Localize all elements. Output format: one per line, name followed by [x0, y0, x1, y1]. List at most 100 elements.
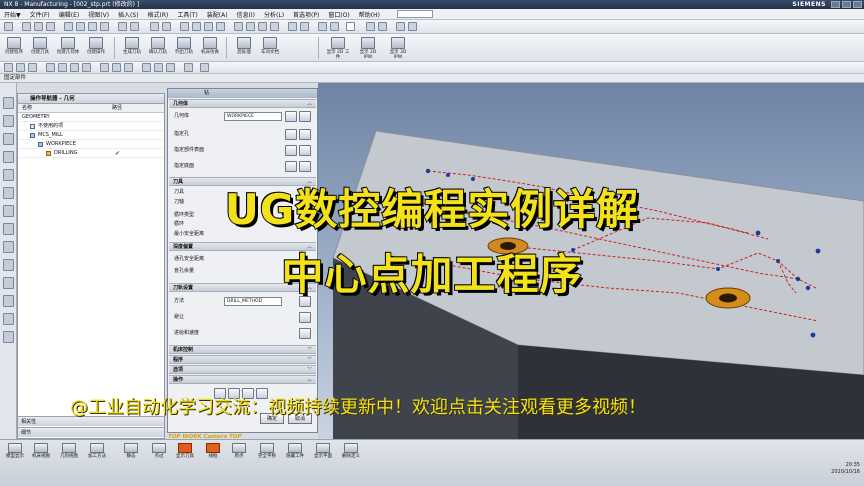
- menu-start[interactable]: 开始▼: [4, 10, 21, 19]
- section-actions[interactable]: 操作 ︿: [169, 375, 316, 384]
- pan-icon[interactable]: [216, 22, 225, 31]
- open-icon[interactable]: [34, 22, 43, 31]
- tree-row-geometry[interactable]: GEOMETRY: [18, 113, 164, 122]
- filter-icon[interactable]: [162, 22, 171, 31]
- new-geometry-icon[interactable]: [299, 111, 311, 122]
- edit-geometry-icon[interactable]: [285, 111, 297, 122]
- snap-end-icon[interactable]: [46, 63, 55, 72]
- snap-grid-icon[interactable]: [100, 63, 109, 72]
- menu-tools[interactable]: 工具(T): [177, 10, 197, 19]
- tree-row-drilling[interactable]: DRILLING ✔: [18, 149, 164, 158]
- postprocess-button[interactable]: 后处理: [232, 36, 256, 60]
- origin-button[interactable]: 原点: [226, 443, 252, 459]
- menu-edit[interactable]: 编辑(E): [59, 10, 79, 19]
- command-search-input[interactable]: [396, 10, 433, 18]
- rotate-icon[interactable]: [204, 22, 213, 31]
- view-orient-icon[interactable]: [330, 22, 339, 31]
- menu-insert[interactable]: 插入(S): [118, 10, 139, 19]
- snap-bound-icon[interactable]: [184, 63, 193, 72]
- hide-icon[interactable]: [258, 22, 267, 31]
- generate-path-button[interactable]: 生成刀轨: [120, 36, 144, 60]
- snap-center-icon[interactable]: [70, 63, 79, 72]
- menu-view[interactable]: 视图(V): [88, 10, 109, 19]
- undo-icon[interactable]: [118, 22, 127, 31]
- column-path[interactable]: 路径: [112, 104, 122, 113]
- snap-intersect-icon[interactable]: [124, 63, 133, 72]
- wcs-icon[interactable]: [300, 22, 309, 31]
- section-options[interactable]: 选项 ﹀: [169, 365, 316, 374]
- select-bottom-icon[interactable]: [285, 161, 297, 172]
- static-button[interactable]: 静态: [118, 443, 144, 459]
- menu-preferences[interactable]: 首选项(P): [293, 10, 319, 19]
- wireframe-icon[interactable]: [246, 22, 255, 31]
- tree-row-mcs[interactable]: MCS_MILL: [18, 131, 164, 140]
- show-2d-ipw-button[interactable]: 显示 2D IPW: [356, 36, 380, 60]
- snap-tangent-icon[interactable]: [142, 63, 151, 72]
- method-view-button[interactable]: 加工方法: [84, 443, 110, 459]
- menu-analysis[interactable]: 分析(L): [264, 10, 284, 19]
- machine-nav-icon[interactable]: [3, 151, 14, 163]
- menu-info[interactable]: 信息(I): [237, 10, 255, 19]
- create-tool-button[interactable]: 创建刀具: [28, 36, 52, 60]
- menu-assembly[interactable]: 装配(A): [207, 10, 228, 19]
- snap-mid-icon[interactable]: [58, 63, 67, 72]
- save-icon[interactable]: [46, 22, 55, 31]
- details-panel-header[interactable]: 细节: [18, 427, 164, 437]
- create-geometry-button[interactable]: 创建几何体: [56, 36, 80, 60]
- point-pass-button[interactable]: 点过: [146, 443, 172, 459]
- display-tool-button[interactable]: 显示刀具: [172, 443, 198, 459]
- assembly-nav-icon[interactable]: [3, 97, 14, 109]
- measure-icon[interactable]: [378, 22, 387, 31]
- menu-window[interactable]: 窗口(O): [328, 10, 349, 19]
- system-scenes-icon[interactable]: [3, 313, 14, 325]
- menu-format[interactable]: 格式(R): [148, 10, 169, 19]
- section-icon[interactable]: [396, 22, 405, 31]
- fit-icon[interactable]: [180, 22, 189, 31]
- section-machine-control[interactable]: 机床控制 ﹀: [169, 345, 316, 354]
- snap-icon[interactable]: [318, 22, 327, 31]
- select-all-icon[interactable]: [4, 63, 13, 72]
- close-icon[interactable]: [853, 1, 862, 8]
- snap-quad-icon[interactable]: [112, 63, 121, 72]
- render-icon[interactable]: [408, 22, 417, 31]
- feeds-speeds-icon[interactable]: [299, 328, 311, 339]
- zoom-icon[interactable]: [192, 22, 201, 31]
- show-3d-ipw-button[interactable]: 显示 3D IPW: [386, 36, 410, 60]
- minimize-icon[interactable]: [831, 1, 840, 8]
- display-top-icon[interactable]: [299, 145, 311, 156]
- part-nav-icon[interactable]: [3, 115, 14, 127]
- column-name[interactable]: 名称: [22, 104, 32, 113]
- color-swatch-icon[interactable]: [346, 22, 355, 31]
- snap-point-icon[interactable]: [82, 63, 91, 72]
- shop-docs-button[interactable]: 车间文档: [258, 36, 282, 60]
- geometry-view-button[interactable]: 几何视图: [56, 443, 82, 459]
- machine-view-button[interactable]: 机床视图: [28, 443, 54, 459]
- redo-icon[interactable]: [130, 22, 139, 31]
- palettes-icon[interactable]: [3, 331, 14, 343]
- new-icon[interactable]: [22, 22, 31, 31]
- model-display-button[interactable]: 模型显示: [2, 443, 28, 459]
- operation-nav-icon[interactable]: [3, 133, 14, 145]
- section-program[interactable]: 程序 ﹀: [169, 355, 316, 364]
- show-2d-workpiece-button[interactable]: 显示 2D 工件: [326, 36, 350, 60]
- delete-definition-button[interactable]: 删除定义: [338, 443, 364, 459]
- maximize-icon[interactable]: [842, 1, 851, 8]
- wireframe-button[interactable]: 线框: [200, 443, 226, 459]
- select-holes-icon[interactable]: [285, 129, 297, 140]
- menu-help[interactable]: 帮助(H): [359, 10, 380, 19]
- delete-icon[interactable]: [100, 22, 109, 31]
- tree-row-unused[interactable]: 不使用的项: [18, 122, 164, 131]
- snap-existing-icon[interactable]: [166, 63, 175, 72]
- cut-icon[interactable]: [64, 22, 73, 31]
- solid-view-icon[interactable]: [200, 63, 209, 72]
- select-edge-icon[interactable]: [28, 63, 37, 72]
- tree-row-workpiece[interactable]: WORKPIECE: [18, 140, 164, 149]
- select-top-icon[interactable]: [285, 145, 297, 156]
- analysis-icon[interactable]: [366, 22, 375, 31]
- show-icon[interactable]: [270, 22, 279, 31]
- copy-icon[interactable]: [76, 22, 85, 31]
- snap-face-icon[interactable]: [154, 63, 163, 72]
- display-bottom-icon[interactable]: [299, 161, 311, 172]
- create-program-button[interactable]: 创建程序: [2, 36, 26, 60]
- layer-icon[interactable]: [288, 22, 297, 31]
